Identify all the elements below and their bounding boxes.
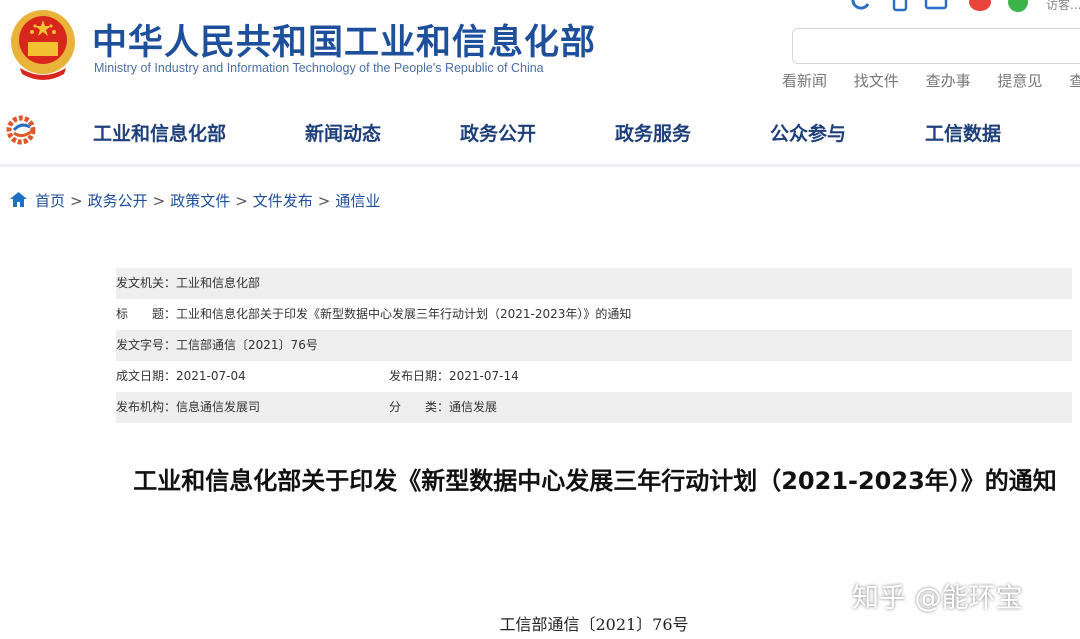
nav-item-ministry[interactable]: 工业和信息化部 — [93, 119, 226, 146]
site-header: 中华人民共和国工业和信息化部 Ministry of Industry and … — [0, 0, 1080, 100]
gear-logo-icon — [6, 115, 36, 145]
doc-number-value: 工信部通信〔2021〕76号 — [176, 338, 318, 352]
meta-row-dates: 成文日期：2021-07-04 发布日期：2021-07-14 — [116, 361, 1072, 392]
quick-link-feedback[interactable]: 提意见 — [997, 72, 1042, 90]
breadcrumb-releases[interactable]: 文件发布 — [253, 192, 313, 210]
breadcrumb-open-affairs[interactable]: 政务公开 — [88, 192, 148, 210]
home-icon[interactable] — [10, 192, 27, 207]
breadcrumb-separator: > — [235, 192, 248, 210]
nav-item-data[interactable]: 工信数据 — [925, 119, 1001, 146]
org-label: 发布机构： — [116, 400, 177, 414]
breadcrumb: 首页 > 政务公开 > 政策文件 > 文件发布 > 通信业 — [10, 190, 380, 211]
quick-link-data[interactable]: 查数 — [1069, 72, 1080, 90]
meta-row-title: 标 题：工业和信息化部关于印发《新型数据中心发展三年行动计划（2021-2023… — [116, 299, 1072, 330]
breadcrumb-home[interactable]: 首页 — [35, 192, 65, 210]
nav-item-open-affairs[interactable]: 政务公开 — [460, 119, 536, 146]
issuer-value: 工业和信息化部 — [176, 276, 261, 290]
weibo-icon[interactable] — [968, 0, 992, 12]
doc-number-label: 发文字号： — [116, 338, 177, 352]
wechat-icon[interactable] — [1006, 0, 1030, 12]
quick-links: 看新闻 找文件 查办事 提意见 查数 — [782, 70, 1080, 91]
main-nav: 工业和信息化部 新闻动态 政务公开 政务服务 公众参与 工信数据 — [0, 100, 1080, 167]
mobile-icon[interactable] — [888, 0, 912, 12]
created-date-value: 2021-07-04 — [176, 369, 246, 383]
nav-item-news[interactable]: 新闻动态 — [305, 119, 381, 146]
published-date-label: 发布日期： — [389, 369, 450, 383]
accessibility-icon[interactable] — [850, 0, 874, 12]
site-subtitle: Ministry of Industry and Information Tec… — [94, 61, 544, 75]
title-label: 标 题： — [116, 307, 177, 321]
meta-row-doc-number: 发文字号：工信部通信〔2021〕76号 — [116, 330, 1072, 361]
search-input[interactable] — [792, 28, 1080, 64]
site-title: 中华人民共和国工业和信息化部 — [92, 23, 597, 63]
nav-item-services[interactable]: 政务服务 — [615, 119, 691, 146]
meta-row-org: 发布机构：信息通信发展司 分 类：通信发展 — [116, 392, 1072, 423]
quick-link-files[interactable]: 找文件 — [854, 72, 899, 90]
quick-link-news[interactable]: 看新闻 — [782, 72, 827, 90]
document-meta-table: 发文机关：工业和信息化部 标 题：工业和信息化部关于印发《新型数据中心发展三年行… — [116, 268, 1072, 423]
national-emblem-icon — [11, 10, 75, 80]
document-heading: 工业和信息化部关于印发《新型数据中心发展三年行动计划（2021-2023年）》的… — [133, 467, 1057, 495]
category-value: 通信发展 — [449, 400, 498, 414]
published-date-value: 2021-07-14 — [449, 369, 519, 383]
watermark: 知乎 @能环宝 — [852, 583, 1023, 614]
issuer-label: 发文机关： — [116, 276, 177, 290]
breadcrumb-policy[interactable]: 政策文件 — [170, 192, 230, 210]
mail-icon[interactable] — [924, 0, 948, 12]
title-value: 工业和信息化部关于印发《新型数据中心发展三年行动计划（2021-2023年）》的… — [176, 307, 632, 321]
breadcrumb-separator: > — [152, 192, 166, 210]
breadcrumb-telecom[interactable]: 通信业 — [335, 192, 380, 210]
category-label: 分 类： — [389, 400, 450, 414]
breadcrumb-separator: > — [70, 192, 83, 210]
breadcrumb-separator: > — [317, 192, 331, 210]
org-value: 信息通信发展司 — [176, 400, 261, 414]
nav-item-participation[interactable]: 公众参与 — [770, 119, 846, 146]
created-date-label: 成文日期： — [116, 369, 177, 383]
meta-row-issuer: 发文机关：工业和信息化部 — [116, 268, 1072, 299]
quick-link-services[interactable]: 查办事 — [926, 72, 971, 90]
visitor-label: 访客... — [1046, 0, 1080, 12]
